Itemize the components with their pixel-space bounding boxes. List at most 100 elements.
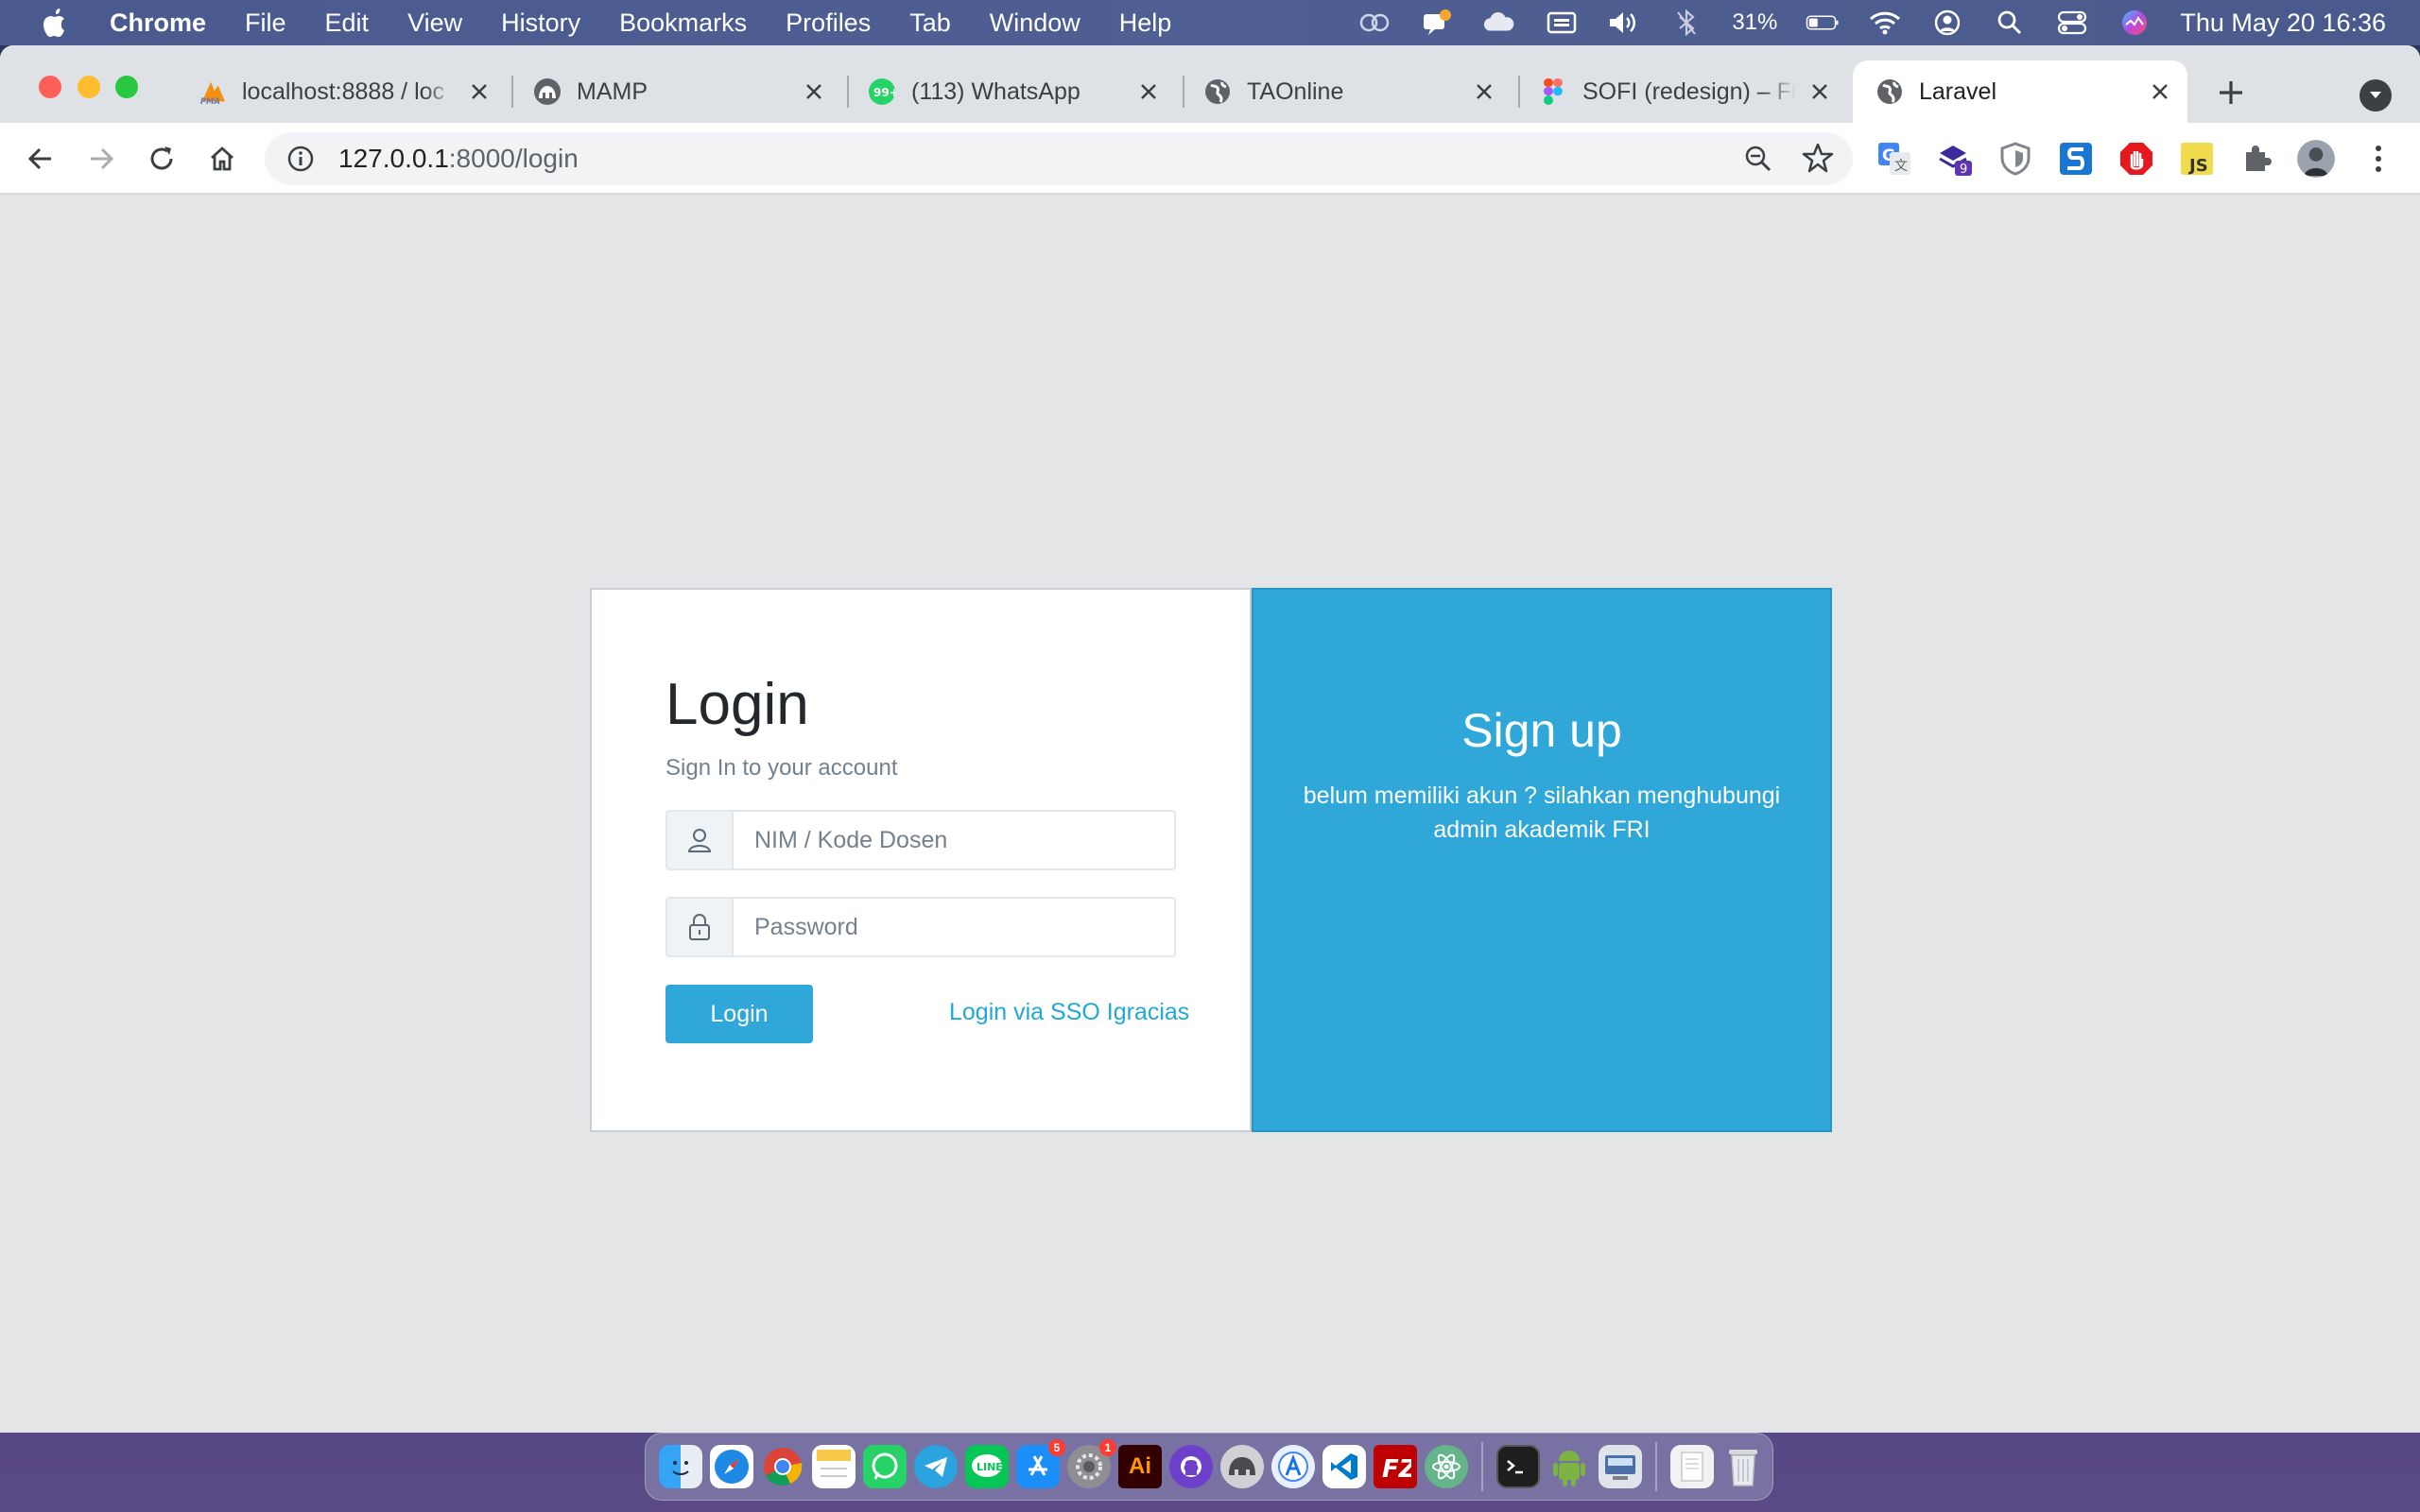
profile-avatar[interactable] — [2297, 140, 2335, 178]
volume-icon[interactable] — [1607, 9, 1641, 37]
battery-icon[interactable] — [1806, 9, 1840, 37]
notification-icon[interactable] — [1420, 9, 1454, 37]
documents-stack-icon[interactable] — [1670, 1445, 1714, 1488]
login-subtitle: Sign In to your account — [666, 755, 898, 781]
tab-close-icon[interactable] — [802, 79, 826, 104]
mamp-icon — [533, 77, 562, 106]
menu-edit[interactable]: Edit — [325, 9, 370, 38]
telegram-icon[interactable] — [914, 1445, 958, 1488]
tab-figma[interactable]: SOFI (redesign) – Fi — [1526, 60, 1847, 123]
reload-icon[interactable] — [144, 141, 180, 177]
spotlight-search-icon[interactable] — [1993, 9, 2027, 37]
safari-icon[interactable] — [710, 1445, 753, 1488]
tab-taonline[interactable]: TAOnline — [1190, 60, 1512, 123]
control-center-icon[interactable] — [2055, 9, 2089, 37]
chrome-window: PMA localhost:8888 / loc MAMP 99+ (113) … — [0, 45, 2420, 1433]
new-tab-icon[interactable] — [2214, 76, 2248, 110]
android-studio-icon[interactable] — [1271, 1445, 1315, 1488]
app-store-icon[interactable]: 5 — [1016, 1439, 1065, 1488]
home-icon[interactable] — [204, 141, 240, 177]
tab-close-icon[interactable] — [2148, 79, 2172, 104]
figma-icon — [1539, 77, 1567, 106]
zoom-out-icon[interactable] — [1743, 144, 1773, 174]
adblock-icon[interactable] — [2118, 140, 2155, 178]
menu-help[interactable]: Help — [1119, 9, 1172, 38]
tab-laravel[interactable]: Laravel — [1853, 60, 2187, 123]
login-button[interactable]: Login — [666, 985, 813, 1043]
network-utility-icon[interactable] — [1599, 1445, 1642, 1488]
keyboard-input-icon[interactable] — [1545, 9, 1579, 37]
tab-whatsapp[interactable]: 99+ (113) WhatsApp — [855, 60, 1176, 123]
shield-icon[interactable] — [1996, 140, 2034, 178]
signup-title: Sign up — [1461, 704, 1622, 757]
window-maximize-button[interactable] — [115, 76, 138, 98]
google-translate-icon[interactable]: G文 — [1876, 140, 1913, 178]
system-preferences-icon[interactable]: 1 — [1067, 1439, 1116, 1488]
atom-icon[interactable] — [1425, 1445, 1468, 1488]
menu-profiles[interactable]: Profiles — [786, 9, 871, 38]
app-store-badge: 5 — [1048, 1439, 1065, 1456]
svg-text:PMA: PMA — [200, 96, 220, 106]
tab-close-icon[interactable] — [1472, 79, 1496, 104]
menu-view[interactable]: View — [407, 9, 462, 38]
password-field[interactable] — [732, 897, 1176, 957]
github-desktop-icon[interactable] — [1169, 1445, 1213, 1488]
finder-icon[interactable] — [659, 1445, 702, 1488]
whatsapp-dock-icon[interactable] — [863, 1445, 907, 1488]
back-icon[interactable] — [23, 141, 59, 177]
stack-extension-icon[interactable]: 9 — [1936, 140, 1974, 178]
illustrator-label: Ai — [1129, 1453, 1151, 1479]
tab-mamp[interactable]: MAMP — [520, 60, 841, 123]
illustrator-icon[interactable]: Ai — [1118, 1445, 1162, 1488]
apple-menu-icon[interactable] — [40, 7, 72, 39]
username-field[interactable] — [732, 810, 1176, 870]
chrome-icon[interactable] — [761, 1445, 804, 1488]
site-info-icon[interactable] — [285, 144, 316, 174]
phpmyadmin-icon: PMA — [199, 77, 227, 106]
icloud-icon[interactable] — [1482, 9, 1516, 37]
notes-icon[interactable] — [812, 1445, 856, 1488]
tab-close-icon[interactable] — [1807, 79, 1832, 104]
svg-text:JS: JS — [2187, 156, 2208, 176]
wifi-icon[interactable] — [1868, 9, 1902, 37]
menu-app-name[interactable]: Chrome — [110, 9, 206, 38]
terminal-icon[interactable] — [1496, 1445, 1540, 1488]
menubar-clock[interactable]: Thu May 20 16:36 — [2180, 9, 2386, 38]
login-actions: Login Login via SSO Igracias — [666, 984, 1189, 1044]
trash-icon[interactable] — [1721, 1445, 1765, 1488]
window-close-button[interactable] — [39, 76, 61, 98]
bluetooth-off-icon[interactable] — [1669, 9, 1703, 37]
menu-bookmarks[interactable]: Bookmarks — [619, 9, 747, 38]
line-icon[interactable]: LINE — [965, 1445, 1009, 1488]
dock-separator — [1655, 1442, 1657, 1491]
tab-search-icon[interactable] — [2360, 79, 2392, 112]
tab-close-icon[interactable] — [1136, 79, 1161, 104]
tab-separator — [511, 76, 513, 108]
tab-title: Laravel — [1919, 77, 1996, 105]
menu-history[interactable]: History — [501, 9, 580, 38]
chrome-menu-icon[interactable] — [2360, 140, 2397, 178]
javascript-extension-icon[interactable]: JS — [2178, 140, 2216, 178]
tab-phpmyadmin[interactable]: PMA localhost:8888 / loc — [185, 60, 507, 123]
siri-icon[interactable] — [2118, 9, 2152, 37]
address-bar[interactable]: 127.0.0.1:8000/login — [265, 132, 1853, 185]
android-icon[interactable] — [1547, 1445, 1591, 1488]
menu-file[interactable]: File — [245, 9, 286, 38]
s-extension-icon[interactable] — [2057, 140, 2095, 178]
svg-text:99+: 99+ — [873, 86, 896, 99]
bookmark-star-icon[interactable] — [1802, 142, 1834, 174]
tab-close-icon[interactable] — [467, 79, 492, 104]
menu-window[interactable]: Window — [990, 9, 1080, 38]
creative-cloud-icon[interactable] — [1357, 9, 1392, 37]
window-minimize-button[interactable] — [78, 76, 100, 98]
user-account-icon[interactable] — [1930, 9, 1964, 37]
extensions-puzzle-icon[interactable] — [2238, 140, 2276, 178]
sso-login-link[interactable]: Login via SSO Igracias — [949, 999, 1189, 1026]
sequel-elephant-icon[interactable] — [1220, 1445, 1264, 1488]
filezilla-icon[interactable]: FZ — [1374, 1445, 1417, 1488]
vscode-icon[interactable] — [1322, 1445, 1366, 1488]
forward-icon[interactable] — [83, 141, 119, 177]
menu-tab[interactable]: Tab — [909, 9, 951, 38]
url-path: :8000/login — [448, 144, 579, 173]
address-url[interactable]: 127.0.0.1:8000/login — [338, 144, 579, 174]
